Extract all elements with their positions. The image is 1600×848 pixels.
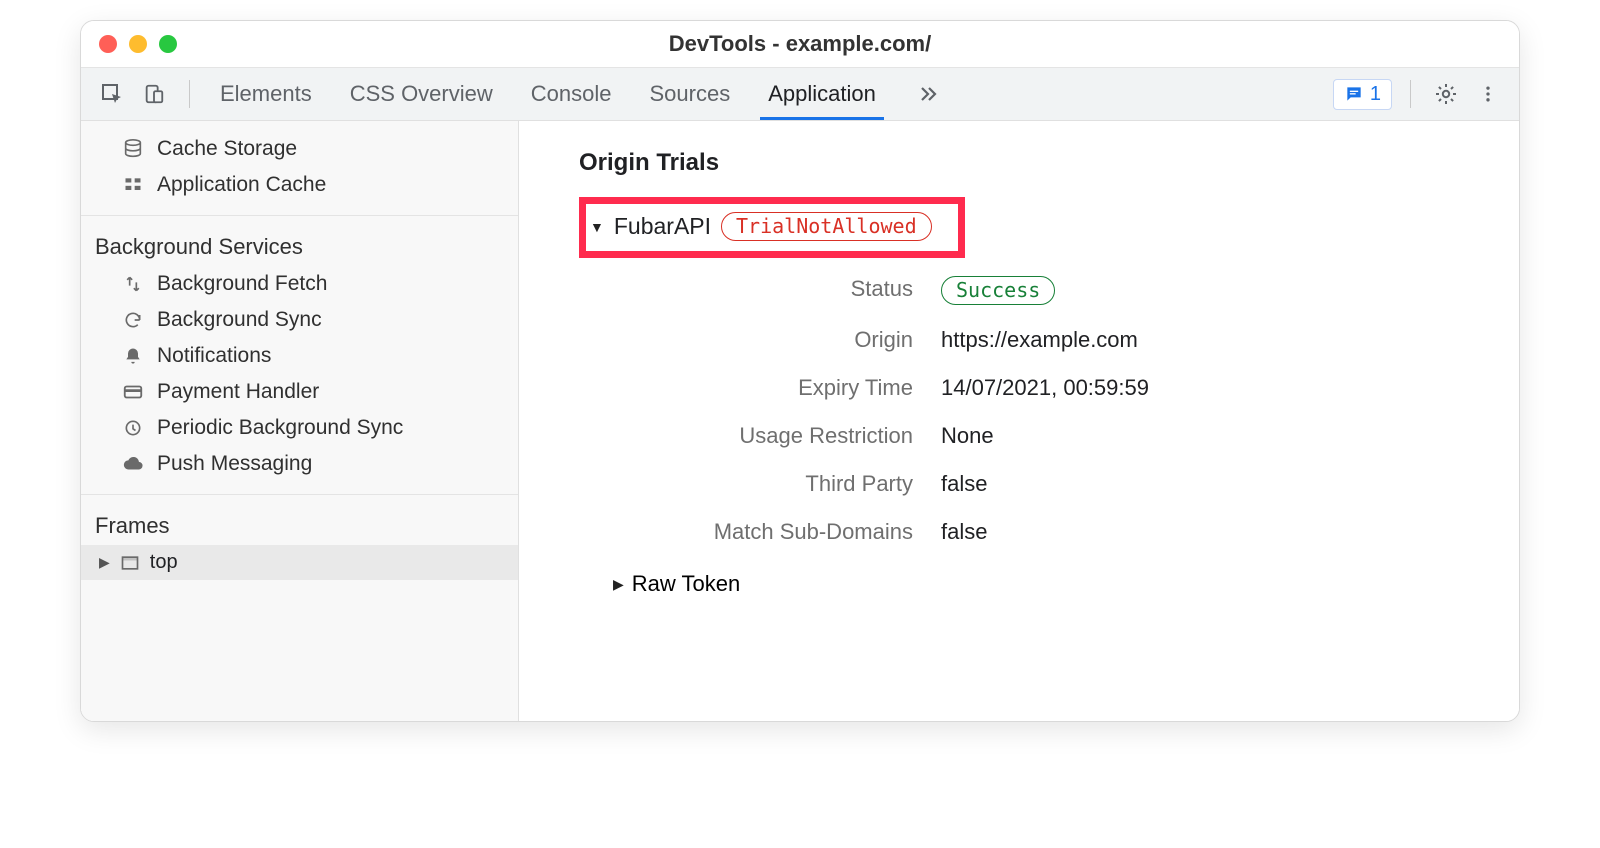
- sidebar-item-label: Application Cache: [157, 173, 326, 197]
- expiry-label: Expiry Time: [613, 375, 913, 401]
- settings-button[interactable]: [1429, 77, 1463, 111]
- chevron-double-right-icon: [916, 82, 940, 106]
- sidebar-item-bg-sync[interactable]: Background Sync: [81, 302, 518, 338]
- credit-card-icon: [121, 381, 145, 403]
- frame-label: top: [150, 551, 178, 574]
- origin-label: Origin: [613, 327, 913, 353]
- chevron-right-icon: ▶: [99, 554, 110, 571]
- issues-button[interactable]: 1: [1333, 79, 1392, 110]
- third-value: false: [941, 471, 1479, 497]
- close-window-button[interactable]: [99, 35, 117, 53]
- database-icon: [121, 138, 145, 160]
- usage-value: None: [941, 423, 1479, 449]
- sidebar-header-bg: Background Services: [81, 226, 518, 266]
- sub-label: Match Sub-Domains: [613, 519, 913, 545]
- origin-trials-panel: Origin Trials ▼ FubarAPI TrialNotAllowed…: [519, 121, 1519, 721]
- status-pill: Success: [941, 276, 1055, 305]
- sidebar-item-frame-top[interactable]: ▶ top: [81, 545, 518, 580]
- toolbar-divider: [1410, 80, 1411, 108]
- sidebar-bg-group: Background Services Background Fetch Bac…: [81, 215, 518, 494]
- toolbar-divider: [189, 80, 190, 108]
- more-tabs-button[interactable]: [912, 68, 944, 120]
- traffic-lights: [99, 35, 177, 53]
- devtools-toolbar: Elements CSS Overview Console Sources Ap…: [81, 67, 1519, 121]
- inspect-icon: [100, 82, 124, 106]
- sidebar-header-frames: Frames: [81, 505, 518, 545]
- more-options-button[interactable]: [1471, 77, 1505, 111]
- chevron-right-icon: ▶: [613, 576, 624, 593]
- sidebar-item-label: Background Sync: [157, 308, 322, 332]
- sub-value: false: [941, 519, 1479, 545]
- issues-count: 1: [1370, 83, 1381, 106]
- sidebar-item-label: Periodic Background Sync: [157, 416, 403, 440]
- sidebar-item-label: Payment Handler: [157, 380, 319, 404]
- application-sidebar: Cache Storage Application Cache Backgrou…: [81, 121, 519, 721]
- raw-token-label: Raw Token: [632, 571, 740, 597]
- sidebar-item-bg-fetch[interactable]: Background Fetch: [81, 266, 518, 302]
- sidebar-item-application-cache[interactable]: Application Cache: [81, 167, 518, 203]
- trial-status-badge: TrialNotAllowed: [721, 212, 932, 241]
- inspect-element-button[interactable]: [95, 77, 129, 111]
- tab-sources[interactable]: Sources: [647, 68, 732, 120]
- clock-icon: [121, 418, 145, 438]
- maximize-window-button[interactable]: [159, 35, 177, 53]
- device-toolbar-button[interactable]: [137, 77, 171, 111]
- tab-elements[interactable]: Elements: [218, 68, 314, 120]
- sidebar-item-label: Cache Storage: [157, 137, 297, 161]
- sync-icon: [121, 310, 145, 330]
- updown-icon: [121, 274, 145, 294]
- sidebar-item-periodic-sync[interactable]: Periodic Background Sync: [81, 410, 518, 446]
- expiry-value: 14/07/2021, 00:59:59: [941, 375, 1479, 401]
- cloud-icon: [121, 453, 145, 475]
- window-title: DevTools - example.com/: [81, 31, 1519, 57]
- panel-body: Cache Storage Application Cache Backgrou…: [81, 121, 1519, 721]
- panel-tabs: Elements CSS Overview Console Sources Ap…: [218, 68, 944, 120]
- origin-value: https://example.com: [941, 327, 1479, 353]
- titlebar: DevTools - example.com/: [81, 21, 1519, 67]
- chat-icon: [1344, 84, 1364, 104]
- raw-token-toggle[interactable]: ▶ Raw Token: [613, 571, 1479, 597]
- chevron-down-icon: ▼: [590, 219, 604, 235]
- sidebar-item-label: Push Messaging: [157, 452, 312, 476]
- status-value: Success: [941, 276, 1479, 305]
- sidebar-item-label: Background Fetch: [157, 272, 327, 296]
- bell-icon: [121, 346, 145, 366]
- status-label: Status: [613, 276, 913, 305]
- trial-row[interactable]: ▼ FubarAPI TrialNotAllowed: [590, 212, 932, 241]
- sidebar-item-notifications[interactable]: Notifications: [81, 338, 518, 374]
- gear-icon: [1434, 82, 1458, 106]
- sidebar-item-label: Notifications: [157, 344, 271, 368]
- tab-application[interactable]: Application: [766, 68, 878, 120]
- sidebar-cache-group: Cache Storage Application Cache: [81, 121, 518, 215]
- tab-console[interactable]: Console: [529, 68, 614, 120]
- tab-css-overview[interactable]: CSS Overview: [348, 68, 495, 120]
- third-label: Third Party: [613, 471, 913, 497]
- sidebar-item-cache-storage[interactable]: Cache Storage: [81, 131, 518, 167]
- devtools-window: DevTools - example.com/ Elements CSS Ove…: [80, 20, 1520, 722]
- panel-title: Origin Trials: [579, 149, 1479, 177]
- usage-label: Usage Restriction: [613, 423, 913, 449]
- sidebar-item-payment-handler[interactable]: Payment Handler: [81, 374, 518, 410]
- grid-icon: [121, 175, 145, 195]
- kebab-icon: [1478, 84, 1498, 104]
- trial-highlight: ▼ FubarAPI TrialNotAllowed: [579, 197, 965, 258]
- trial-details: Status Success Origin https://example.co…: [613, 276, 1479, 545]
- window-icon: [120, 553, 140, 573]
- sidebar-item-push-messaging[interactable]: Push Messaging: [81, 446, 518, 482]
- trial-name: FubarAPI: [614, 213, 711, 240]
- sidebar-frames-group: Frames ▶ top: [81, 494, 518, 580]
- minimize-window-button[interactable]: [129, 35, 147, 53]
- devices-icon: [143, 83, 165, 105]
